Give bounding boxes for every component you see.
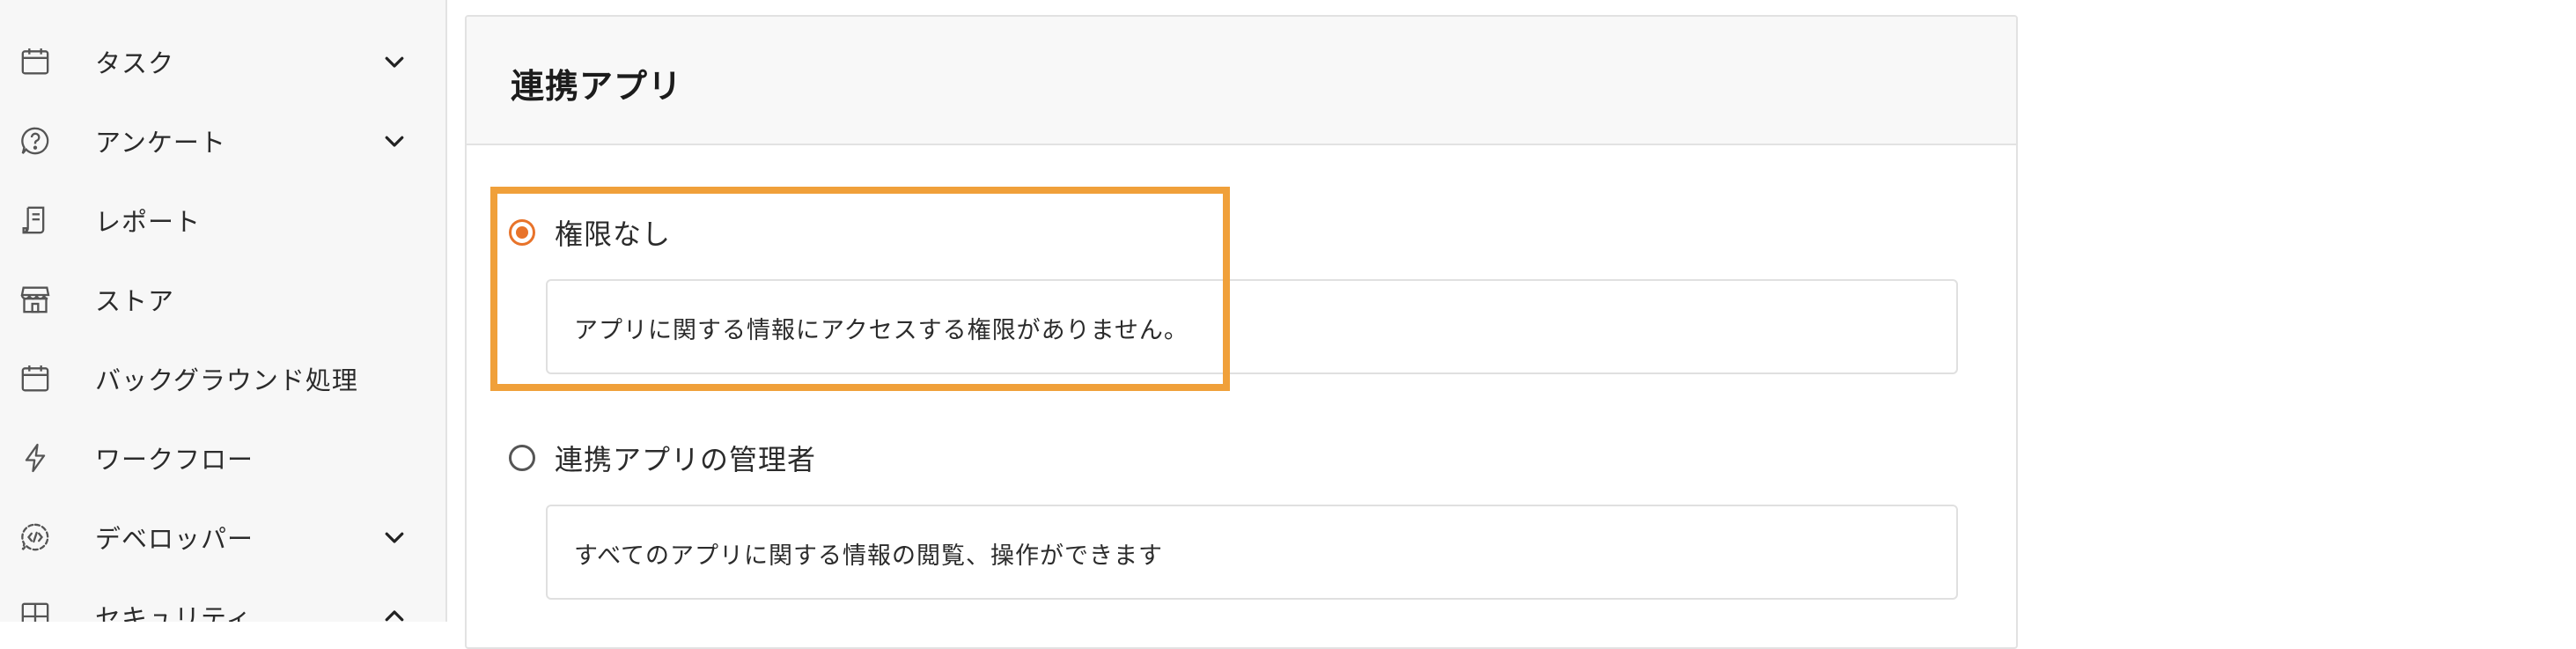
- sidebar-item-label: ストア: [95, 286, 175, 316]
- sidebar-item-workflow[interactable]: ワークフロー: [0, 418, 445, 498]
- question-circle-icon: [16, 122, 55, 160]
- sidebar-item-survey[interactable]: アンケート: [0, 101, 445, 181]
- sidebar: タスク アンケート レポート ストア バックグラウンド処理 ワークフロー デベロ…: [0, 0, 447, 622]
- chevron-down-icon[interactable]: [379, 46, 410, 77]
- radio-button-checked[interactable]: [509, 219, 535, 246]
- integrated-apps-card: 連携アプリ 権限なし アプリに関する情報にアクセスする権限がありません。 連携ア…: [465, 15, 2018, 649]
- radio-option-app-admin[interactable]: 連携アプリの管理者: [509, 438, 816, 478]
- sidebar-item-store[interactable]: ストア: [0, 260, 445, 339]
- description-box: アプリに関する情報にアクセスする権限がありません。: [546, 279, 1958, 374]
- sidebar-item-label: バックグラウンド処理: [95, 365, 358, 395]
- card-header: 連携アプリ: [467, 17, 2016, 145]
- chevron-up-icon[interactable]: [379, 601, 410, 622]
- sidebar-item-security[interactable]: セキュリティ: [0, 577, 445, 622]
- page-title: 連携アプリ: [511, 67, 683, 106]
- radio-label: 連携アプリの管理者: [555, 443, 817, 476]
- lightning-icon: [16, 439, 55, 477]
- sidebar-item-background-jobs[interactable]: バックグラウンド処理: [0, 339, 445, 418]
- chevron-down-icon[interactable]: [379, 125, 410, 157]
- grid-icon: [16, 597, 55, 622]
- description-box: すべてのアプリに関する情報の閲覧、操作ができます: [546, 505, 1958, 600]
- developer-icon: [16, 518, 55, 557]
- sidebar-item-label: レポート: [95, 207, 202, 237]
- store-icon: [16, 280, 55, 319]
- sidebar-item-developer[interactable]: デベロッパー: [0, 498, 445, 577]
- radio-dot: [516, 226, 528, 239]
- sidebar-item-label: タスク: [95, 48, 175, 78]
- chevron-down-icon[interactable]: [379, 521, 410, 553]
- sidebar-item-label: デベロッパー: [95, 524, 254, 554]
- sidebar-item-report[interactable]: レポート: [0, 181, 445, 260]
- calendar-icon: [16, 42, 55, 81]
- sidebar-item-label: ワークフロー: [95, 445, 254, 475]
- description-text: アプリに関する情報にアクセスする権限がありません。: [574, 317, 1189, 344]
- radio-label: 権限なし: [555, 218, 672, 251]
- sidebar-item-tasks[interactable]: タスク: [0, 22, 445, 101]
- radio-button-unchecked[interactable]: [509, 445, 535, 471]
- description-text: すべてのアプリに関する情報の閲覧、操作ができます: [574, 542, 1164, 570]
- sidebar-item-label: セキュリティ: [95, 603, 253, 622]
- sidebar-item-label: アンケート: [95, 128, 226, 158]
- calendar-icon: [16, 359, 55, 398]
- radio-option-no-permission[interactable]: 権限なし: [509, 212, 671, 253]
- report-icon: [16, 201, 55, 240]
